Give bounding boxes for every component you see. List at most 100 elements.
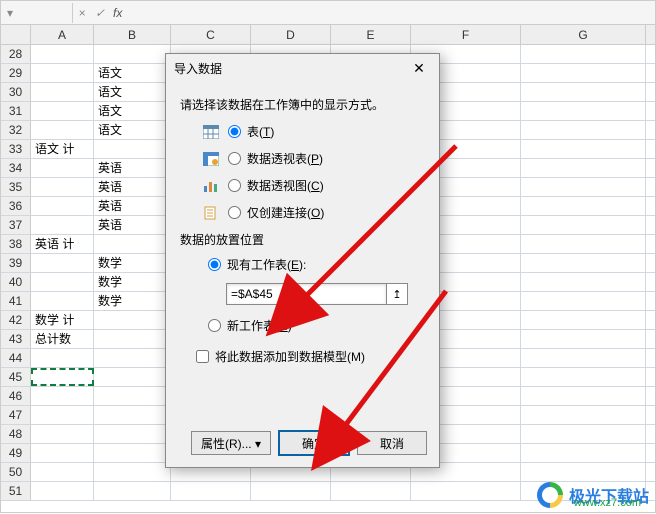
col-header-D[interactable]: D bbox=[251, 25, 331, 44]
cell-A37[interactable] bbox=[31, 216, 94, 234]
cell-G35[interactable] bbox=[521, 178, 646, 196]
cell-B36[interactable]: 英语 bbox=[94, 197, 171, 215]
select-all-corner[interactable] bbox=[1, 25, 31, 44]
cell-B33[interactable] bbox=[94, 140, 171, 158]
row-header[interactable]: 48 bbox=[1, 425, 31, 443]
cell-A46[interactable] bbox=[31, 387, 94, 405]
cell-A50[interactable] bbox=[31, 463, 94, 481]
cell-A38[interactable]: 英语 计 bbox=[31, 235, 94, 253]
cell-G38[interactable] bbox=[521, 235, 646, 253]
row-header[interactable]: 35 bbox=[1, 178, 31, 196]
col-header-A[interactable]: A bbox=[31, 25, 94, 44]
option-existing-sheet[interactable]: 现有工作表(E): bbox=[208, 256, 425, 273]
radio-new-sheet[interactable] bbox=[208, 319, 221, 332]
cell-B34[interactable]: 英语 bbox=[94, 159, 171, 177]
cell-G37[interactable] bbox=[521, 216, 646, 234]
radio-table[interactable] bbox=[228, 125, 241, 138]
cell-G40[interactable] bbox=[521, 273, 646, 291]
cell-B45[interactable] bbox=[94, 368, 171, 386]
cell-A34[interactable] bbox=[31, 159, 94, 177]
cell-A44[interactable] bbox=[31, 349, 94, 367]
cell-A43[interactable]: 总计数 bbox=[31, 330, 94, 348]
cell-A45[interactable] bbox=[31, 368, 94, 386]
row-header[interactable]: 43 bbox=[1, 330, 31, 348]
cell-D51[interactable] bbox=[251, 482, 331, 500]
row-header[interactable]: 36 bbox=[1, 197, 31, 215]
row-header[interactable]: 44 bbox=[1, 349, 31, 367]
cell-G31[interactable] bbox=[521, 102, 646, 120]
cell-A33[interactable]: 语文 计 bbox=[31, 140, 94, 158]
fx-label[interactable]: fx bbox=[113, 6, 122, 20]
cell-B37[interactable]: 英语 bbox=[94, 216, 171, 234]
cell-G36[interactable] bbox=[521, 197, 646, 215]
cell-G30[interactable] bbox=[521, 83, 646, 101]
cell-A35[interactable] bbox=[31, 178, 94, 196]
cell-A36[interactable] bbox=[31, 197, 94, 215]
formula-input[interactable] bbox=[126, 3, 655, 23]
cell-B43[interactable] bbox=[94, 330, 171, 348]
row-header[interactable]: 41 bbox=[1, 292, 31, 310]
cell-B41[interactable]: 数学 bbox=[94, 292, 171, 310]
ok-button[interactable]: 确定 bbox=[279, 431, 349, 455]
col-header-C[interactable]: C bbox=[171, 25, 251, 44]
cell-G28[interactable] bbox=[521, 45, 646, 63]
cell-G47[interactable] bbox=[521, 406, 646, 424]
cancel-btn[interactable]: × bbox=[73, 6, 91, 20]
cell-B49[interactable] bbox=[94, 444, 171, 462]
name-box[interactable]: ▾ bbox=[1, 3, 73, 23]
cell-B40[interactable]: 数学 bbox=[94, 273, 171, 291]
cell-A31[interactable] bbox=[31, 102, 94, 120]
add-to-model-row[interactable]: 将此数据添加到数据模型(M) bbox=[196, 348, 425, 365]
row-header[interactable]: 39 bbox=[1, 254, 31, 272]
cell-G45[interactable] bbox=[521, 368, 646, 386]
option-connection-only[interactable]: 仅创建连接(O) bbox=[202, 204, 425, 221]
row-header[interactable]: 46 bbox=[1, 387, 31, 405]
cell-A30[interactable] bbox=[31, 83, 94, 101]
option-pivot-table[interactable]: 数据透视表(P) bbox=[202, 150, 425, 167]
close-icon[interactable]: ✕ bbox=[407, 60, 431, 77]
checkbox-data-model[interactable] bbox=[196, 350, 209, 363]
cell-G50[interactable] bbox=[521, 463, 646, 481]
row-header[interactable]: 38 bbox=[1, 235, 31, 253]
cell-G44[interactable] bbox=[521, 349, 646, 367]
radio-existing-sheet[interactable] bbox=[208, 258, 221, 271]
row-header[interactable]: 34 bbox=[1, 159, 31, 177]
cell-B30[interactable]: 语文 bbox=[94, 83, 171, 101]
cancel-button[interactable]: 取消 bbox=[357, 431, 427, 455]
cell-G32[interactable] bbox=[521, 121, 646, 139]
cell-G33[interactable] bbox=[521, 140, 646, 158]
cell-B44[interactable] bbox=[94, 349, 171, 367]
cell-B42[interactable] bbox=[94, 311, 171, 329]
radio-pivot-table[interactable] bbox=[228, 152, 241, 165]
col-header-E[interactable]: E bbox=[331, 25, 411, 44]
cell-A42[interactable]: 数学 计 bbox=[31, 311, 94, 329]
cell-B47[interactable] bbox=[94, 406, 171, 424]
cell-G42[interactable] bbox=[521, 311, 646, 329]
location-input[interactable] bbox=[226, 283, 386, 305]
cell-A28[interactable] bbox=[31, 45, 94, 63]
row-header[interactable]: 32 bbox=[1, 121, 31, 139]
option-new-sheet[interactable]: 新工作表(N) bbox=[208, 317, 425, 334]
cell-B46[interactable] bbox=[94, 387, 171, 405]
cell-G39[interactable] bbox=[521, 254, 646, 272]
cell-G43[interactable] bbox=[521, 330, 646, 348]
cell-B35[interactable]: 英语 bbox=[94, 178, 171, 196]
col-header-B[interactable]: B bbox=[94, 25, 171, 44]
cell-E51[interactable] bbox=[331, 482, 411, 500]
cell-G46[interactable] bbox=[521, 387, 646, 405]
cell-A49[interactable] bbox=[31, 444, 94, 462]
row-header[interactable]: 40 bbox=[1, 273, 31, 291]
cell-B31[interactable]: 语文 bbox=[94, 102, 171, 120]
radio-connection[interactable] bbox=[228, 206, 241, 219]
row-header[interactable]: 31 bbox=[1, 102, 31, 120]
cell-A39[interactable] bbox=[31, 254, 94, 272]
row-header[interactable]: 42 bbox=[1, 311, 31, 329]
properties-button[interactable]: 属性(R)... ▾ bbox=[191, 431, 271, 455]
cell-G29[interactable] bbox=[521, 64, 646, 82]
row-header[interactable]: 51 bbox=[1, 482, 31, 500]
cell-G41[interactable] bbox=[521, 292, 646, 310]
cell-G49[interactable] bbox=[521, 444, 646, 462]
cell-B38[interactable] bbox=[94, 235, 171, 253]
cell-A48[interactable] bbox=[31, 425, 94, 443]
cell-C51[interactable] bbox=[171, 482, 251, 500]
